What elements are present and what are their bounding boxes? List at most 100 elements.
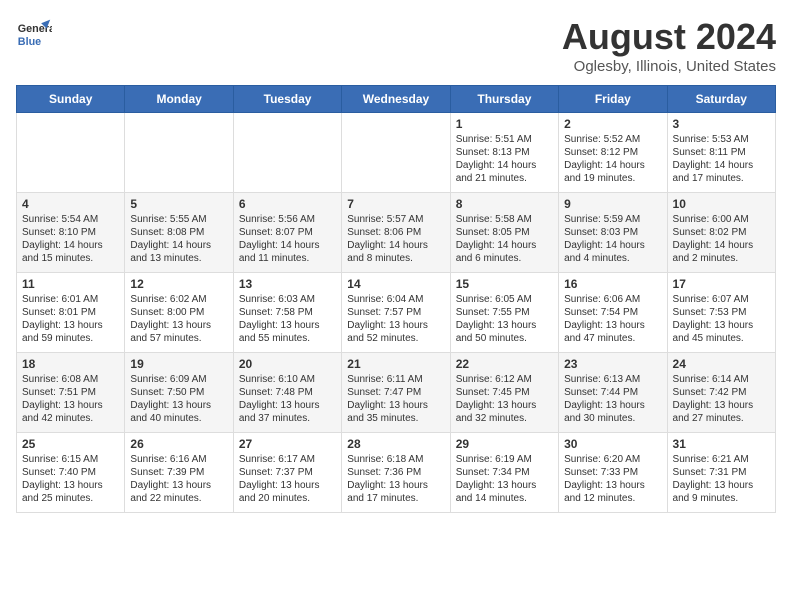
day-info: Daylight: 13 hours	[239, 399, 336, 412]
day-info: Sunrise: 5:58 AM	[456, 213, 553, 226]
calendar-cell: 3Sunrise: 5:53 AMSunset: 8:11 PMDaylight…	[667, 113, 775, 193]
day-number: 25	[22, 437, 119, 451]
day-info: and 20 minutes.	[239, 492, 336, 505]
week-row-1: 1Sunrise: 5:51 AMSunset: 8:13 PMDaylight…	[17, 113, 776, 193]
calendar-cell: 8Sunrise: 5:58 AMSunset: 8:05 PMDaylight…	[450, 193, 558, 273]
calendar-cell: 25Sunrise: 6:15 AMSunset: 7:40 PMDayligh…	[17, 433, 125, 513]
day-info: Daylight: 13 hours	[673, 399, 770, 412]
day-info: Sunset: 8:00 PM	[130, 306, 227, 319]
day-number: 10	[673, 197, 770, 211]
calendar-cell: 2Sunrise: 5:52 AMSunset: 8:12 PMDaylight…	[559, 113, 667, 193]
logo-icon: General Blue	[16, 16, 52, 52]
day-info: Sunrise: 6:07 AM	[673, 293, 770, 306]
day-info: Sunset: 7:54 PM	[564, 306, 661, 319]
day-info: Sunrise: 5:52 AM	[564, 133, 661, 146]
day-info: Sunset: 7:58 PM	[239, 306, 336, 319]
day-info: and 11 minutes.	[239, 252, 336, 265]
day-info: Daylight: 13 hours	[564, 479, 661, 492]
calendar-cell: 9Sunrise: 5:59 AMSunset: 8:03 PMDaylight…	[559, 193, 667, 273]
day-number: 9	[564, 197, 661, 211]
day-info: Sunset: 7:39 PM	[130, 466, 227, 479]
calendar-cell: 17Sunrise: 6:07 AMSunset: 7:53 PMDayligh…	[667, 273, 775, 353]
day-number: 28	[347, 437, 444, 451]
day-info: Daylight: 13 hours	[22, 319, 119, 332]
day-header-monday: Monday	[125, 86, 233, 113]
day-number: 7	[347, 197, 444, 211]
day-info: Sunset: 7:34 PM	[456, 466, 553, 479]
day-info: Daylight: 14 hours	[564, 239, 661, 252]
calendar-cell: 28Sunrise: 6:18 AMSunset: 7:36 PMDayligh…	[342, 433, 450, 513]
day-info: Sunset: 7:57 PM	[347, 306, 444, 319]
day-header-thursday: Thursday	[450, 86, 558, 113]
day-info: and 14 minutes.	[456, 492, 553, 505]
day-number: 8	[456, 197, 553, 211]
day-info: Sunset: 7:51 PM	[22, 386, 119, 399]
day-number: 20	[239, 357, 336, 371]
day-info: Sunset: 7:33 PM	[564, 466, 661, 479]
day-info: Daylight: 13 hours	[347, 319, 444, 332]
day-number: 16	[564, 277, 661, 291]
calendar-cell: 30Sunrise: 6:20 AMSunset: 7:33 PMDayligh…	[559, 433, 667, 513]
week-row-3: 11Sunrise: 6:01 AMSunset: 8:01 PMDayligh…	[17, 273, 776, 353]
calendar-body: 1Sunrise: 5:51 AMSunset: 8:13 PMDaylight…	[17, 113, 776, 513]
week-row-5: 25Sunrise: 6:15 AMSunset: 7:40 PMDayligh…	[17, 433, 776, 513]
day-number: 4	[22, 197, 119, 211]
day-info: Sunrise: 6:20 AM	[564, 453, 661, 466]
day-info: Daylight: 13 hours	[130, 399, 227, 412]
day-number: 11	[22, 277, 119, 291]
day-info: and 17 minutes.	[347, 492, 444, 505]
day-number: 19	[130, 357, 227, 371]
day-info: Sunrise: 5:54 AM	[22, 213, 119, 226]
subtitle: Oglesby, Illinois, United States	[562, 58, 776, 75]
day-info: Sunset: 7:42 PM	[673, 386, 770, 399]
day-info: Sunrise: 6:21 AM	[673, 453, 770, 466]
calendar-cell: 20Sunrise: 6:10 AMSunset: 7:48 PMDayligh…	[233, 353, 341, 433]
day-info: and 57 minutes.	[130, 332, 227, 345]
day-info: Daylight: 13 hours	[22, 479, 119, 492]
day-info: Sunrise: 6:00 AM	[673, 213, 770, 226]
day-info: Daylight: 13 hours	[347, 399, 444, 412]
day-number: 22	[456, 357, 553, 371]
day-header-tuesday: Tuesday	[233, 86, 341, 113]
calendar-cell	[17, 113, 125, 193]
day-info: Daylight: 13 hours	[456, 479, 553, 492]
day-info: Sunrise: 6:08 AM	[22, 373, 119, 386]
day-info: Sunset: 7:31 PM	[673, 466, 770, 479]
day-info: Daylight: 14 hours	[456, 159, 553, 172]
day-info: Sunrise: 5:57 AM	[347, 213, 444, 226]
day-info: Sunset: 7:47 PM	[347, 386, 444, 399]
day-info: Daylight: 13 hours	[564, 319, 661, 332]
day-info: and 47 minutes.	[564, 332, 661, 345]
day-info: Sunrise: 5:55 AM	[130, 213, 227, 226]
calendar-cell: 18Sunrise: 6:08 AMSunset: 7:51 PMDayligh…	[17, 353, 125, 433]
day-info: and 6 minutes.	[456, 252, 553, 265]
day-info: Sunrise: 6:19 AM	[456, 453, 553, 466]
day-info: Sunset: 8:13 PM	[456, 146, 553, 159]
day-info: Daylight: 14 hours	[564, 159, 661, 172]
day-info: and 8 minutes.	[347, 252, 444, 265]
calendar-cell: 27Sunrise: 6:17 AMSunset: 7:37 PMDayligh…	[233, 433, 341, 513]
day-info: Sunset: 8:02 PM	[673, 226, 770, 239]
day-info: and 15 minutes.	[22, 252, 119, 265]
day-info: Sunrise: 6:09 AM	[130, 373, 227, 386]
day-info: Sunrise: 6:16 AM	[130, 453, 227, 466]
day-info: and 40 minutes.	[130, 412, 227, 425]
calendar-cell: 6Sunrise: 5:56 AMSunset: 8:07 PMDaylight…	[233, 193, 341, 273]
day-number: 17	[673, 277, 770, 291]
day-number: 24	[673, 357, 770, 371]
day-info: Sunrise: 6:18 AM	[347, 453, 444, 466]
day-info: Daylight: 13 hours	[239, 319, 336, 332]
day-info: Sunrise: 6:06 AM	[564, 293, 661, 306]
day-info: and 12 minutes.	[564, 492, 661, 505]
day-info: Sunrise: 6:03 AM	[239, 293, 336, 306]
main-title: August 2024	[562, 16, 776, 58]
day-info: Sunrise: 5:53 AM	[673, 133, 770, 146]
day-info: Daylight: 14 hours	[239, 239, 336, 252]
day-number: 1	[456, 117, 553, 131]
calendar-cell: 26Sunrise: 6:16 AMSunset: 7:39 PMDayligh…	[125, 433, 233, 513]
day-info: Daylight: 13 hours	[456, 319, 553, 332]
calendar-cell: 10Sunrise: 6:00 AMSunset: 8:02 PMDayligh…	[667, 193, 775, 273]
day-header-wednesday: Wednesday	[342, 86, 450, 113]
day-info: Daylight: 14 hours	[456, 239, 553, 252]
day-number: 26	[130, 437, 227, 451]
